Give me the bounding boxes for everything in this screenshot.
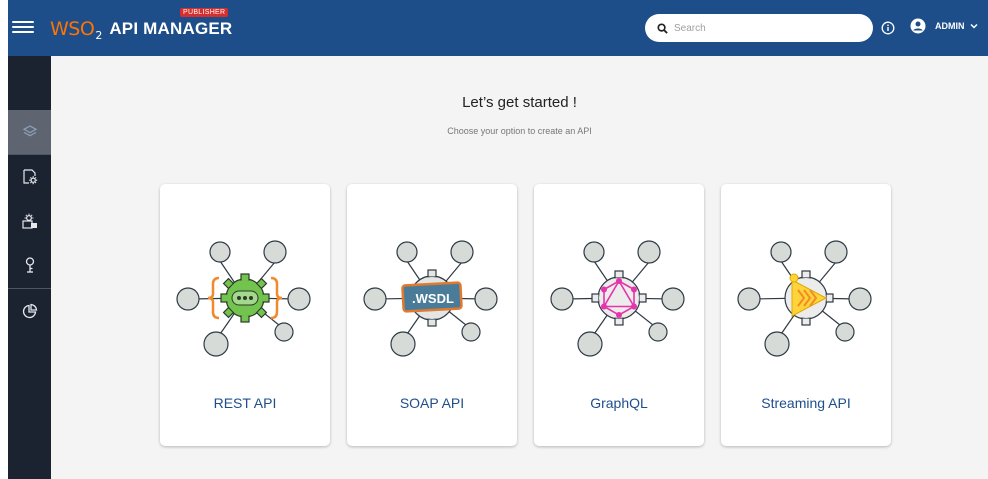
main-content: Let’s get started ! Choose your option t… xyxy=(51,56,988,479)
logo-brand-so: SO xyxy=(68,18,95,40)
analytics-pie-icon xyxy=(22,303,37,319)
soap-api-card[interactable]: .WSDL SOAP API xyxy=(347,184,517,446)
graphql-card[interactable]: GraphQL xyxy=(534,184,704,446)
logo-brand-w: W xyxy=(50,18,69,40)
rest-api-icon xyxy=(176,240,311,357)
wsdl-text: .WSDL xyxy=(412,291,454,306)
logo[interactable]: WSO 2 API MANAGER xyxy=(50,14,232,44)
publisher-badge: PUBLISHER xyxy=(180,8,229,17)
page-subtitle: Choose your option to create an API xyxy=(447,126,592,136)
layers-icon xyxy=(22,125,37,137)
user-name: ADMIN xyxy=(935,21,965,31)
sidebar-item-keys[interactable] xyxy=(8,243,51,287)
key-icon xyxy=(25,257,34,273)
sidebar-item-apis[interactable] xyxy=(8,110,51,154)
sidebar xyxy=(8,56,51,479)
card-label: GraphQL xyxy=(590,395,648,411)
card-label: REST API xyxy=(213,395,277,411)
graphql-icon xyxy=(550,240,685,357)
streaming-api-card[interactable]: Streaming API xyxy=(721,184,891,446)
account-circle-icon xyxy=(910,18,926,34)
sidebar-item-services[interactable] xyxy=(8,155,51,199)
search-input[interactable] xyxy=(674,22,854,34)
rest-api-card[interactable]: REST API xyxy=(160,184,330,446)
streaming-api-icon xyxy=(737,240,872,357)
top-app-bar: WSO2 API MANAGER PUBLISHER ADMIN xyxy=(8,0,988,56)
logo-product-name: API MANAGER xyxy=(109,19,233,38)
card-label: SOAP API xyxy=(399,395,465,411)
api-settings-icon xyxy=(22,169,37,185)
user-menu-button[interactable]: ADMIN xyxy=(910,18,979,34)
info-icon[interactable] xyxy=(881,20,895,35)
applications-icon xyxy=(21,213,37,229)
search-icon xyxy=(657,22,668,34)
logo-brand: WSO xyxy=(50,18,95,40)
sidebar-item-analytics[interactable] xyxy=(8,289,51,333)
sidebar-item-applications[interactable] xyxy=(8,199,51,243)
menu-icon[interactable] xyxy=(12,18,34,38)
page-title: Let’s get started ! xyxy=(462,94,577,111)
logo-brand-sub: 2 xyxy=(95,28,103,42)
card-label: Streaming API xyxy=(761,395,851,411)
chevron-down-icon xyxy=(969,23,978,29)
soap-wsdl-icon: .WSDL xyxy=(363,240,498,357)
search-box[interactable] xyxy=(645,14,873,42)
